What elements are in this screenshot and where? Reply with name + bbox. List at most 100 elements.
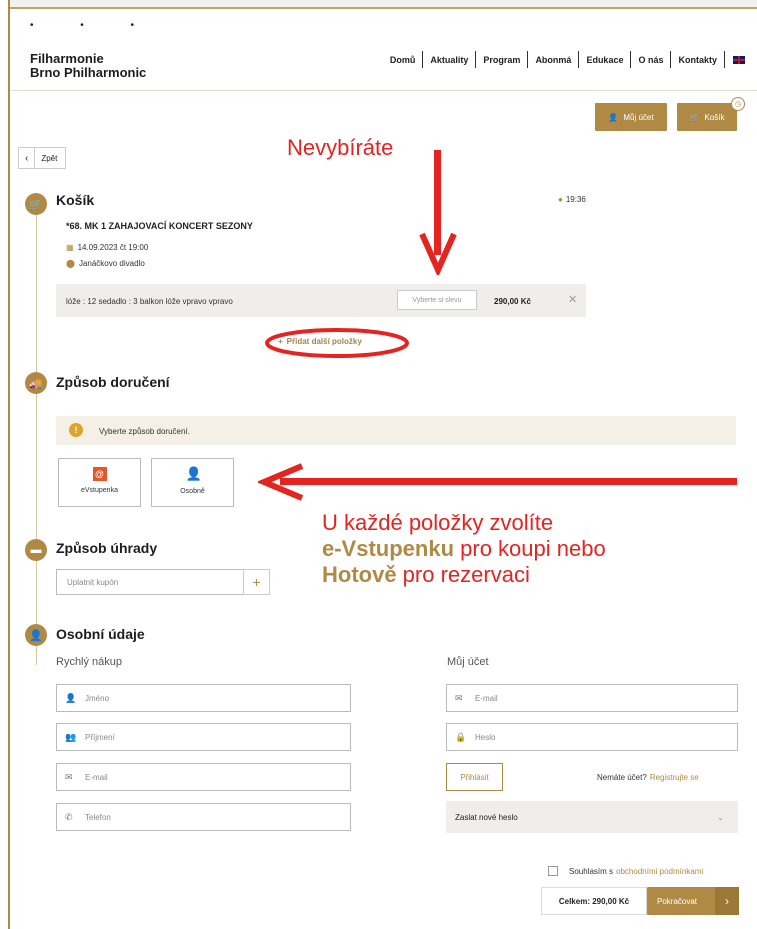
back-button[interactable]: ‹ Zpět — [18, 147, 66, 169]
annotation-line2: e-Vstupenku pro koupi nebo — [322, 536, 606, 562]
annotation-arrow-left-head — [258, 463, 304, 501]
login-email-field[interactable]: ✉ E-mail — [446, 684, 738, 712]
cart-title: Košík — [56, 192, 95, 208]
first-name-field[interactable]: 👤 Jméno — [56, 684, 351, 712]
annotation-line3-rest: pro rezervaci — [396, 562, 530, 587]
evstupenka-label: eVstupenka — [81, 487, 118, 494]
annotation-arrow-down-head — [419, 232, 457, 275]
send-password-label: Zaslat nové heslo — [455, 812, 518, 822]
nav-item-abonma[interactable]: Abonmá — [528, 55, 578, 65]
personal-step-icon: 👤 — [25, 624, 47, 646]
terms-link[interactable]: obchodními podmínkami — [616, 867, 703, 876]
nav-item-edukace[interactable]: Edukace — [579, 55, 630, 65]
register-prompt: Nemáte účet? Registrujte se — [597, 773, 699, 782]
personal-title: Osobní údaje — [56, 626, 145, 642]
send-new-password-toggle[interactable]: Zaslat nové heslo ⌄ — [446, 801, 738, 833]
cart-icon: 🛒 — [689, 112, 700, 122]
user-plus-icon: 👥 — [65, 731, 77, 742]
first-name-placeholder: Jméno — [85, 693, 110, 703]
my-account-label: Můj účet — [623, 112, 654, 122]
logo-line1: Filharmonie — [30, 51, 104, 66]
warning-icon: ! — [69, 423, 83, 437]
event-date: ▦ 14.09.2023 čt 19:00 — [66, 243, 148, 252]
delivery-title: Způsob doručení — [56, 374, 170, 390]
my-account-button[interactable]: 👤 Můj účet — [595, 103, 667, 131]
no-account-text: Nemáte účet? — [597, 773, 647, 782]
delivery-option-osobne[interactable]: 👤 Osobně — [151, 458, 234, 507]
payment-title: Způsob úhrady — [56, 540, 158, 556]
clock-icon: ● — [558, 195, 563, 204]
main-nav: Domů Aktuality Program Abonmá Edukace O … — [383, 51, 745, 68]
user-icon: 👤 — [65, 692, 77, 703]
password-placeholder: Heslo — [475, 732, 496, 742]
annotation-nevybirate: Nevybíráte — [287, 135, 394, 160]
event-venue: ⬤ Janáčkovo divadlo — [66, 259, 145, 268]
phone-icon: ✆ — [65, 811, 73, 822]
eticket-icon: @ — [92, 467, 107, 481]
annotation-line3: Hotově pro rezervaci — [322, 562, 606, 588]
password-field[interactable]: 🔒 Heslo — [446, 723, 738, 751]
annotation-instruction: U každé položky zvolíte e-Vstupenku pro … — [322, 510, 606, 588]
terms-checkbox[interactable] — [548, 866, 558, 876]
last-name-field[interactable]: 👥 Příjmení — [56, 723, 351, 751]
delivery-notice-text: Vyberte způsob doručení. — [99, 427, 190, 436]
login-button[interactable]: Přihlásit — [446, 763, 503, 791]
event-venue-value: Janáčkovo divadlo — [78, 259, 145, 268]
chevron-right-icon: › — [715, 887, 739, 915]
continue-button[interactable]: Pokračovat › — [647, 887, 739, 915]
remove-item-icon[interactable]: ✕ — [568, 293, 577, 306]
nav-item-kontakty[interactable]: Kontakty — [671, 55, 724, 65]
coupon-input[interactable]: Uplatnit kupón — [56, 569, 244, 595]
email-placeholder: E-mail — [85, 772, 108, 782]
chevron-down-icon: ⌄ — [717, 812, 724, 822]
envelope-icon: ✉ — [455, 692, 463, 703]
nav-item-aktuality[interactable]: Aktuality — [423, 55, 475, 65]
annotation-line1: U každé položky zvolíte — [322, 510, 554, 535]
line-price: 290,00 Kč — [494, 297, 531, 306]
event-date-value: 14.09.2023 čt 19:00 — [77, 243, 149, 252]
annotation-line2-rest: pro koupi nebo — [454, 536, 606, 561]
window-left-border — [0, 0, 10, 929]
event-title[interactable]: *68. MK 1 ZAHAJOVACÍ KONCERT SEZONY — [66, 221, 253, 231]
osobne-label: Osobně — [180, 488, 205, 495]
login-email-placeholder: E-mail — [475, 693, 498, 703]
nav-item-o-nas[interactable]: O nás — [631, 55, 670, 65]
annotation-arrow-left-shaft — [280, 478, 737, 485]
agree-text: Souhlasím s — [569, 867, 614, 876]
chevron-left-icon: ‹ — [19, 148, 36, 168]
logo-line2: Brno Philharmonic — [30, 65, 147, 80]
calendar-icon: ▦ — [66, 243, 74, 252]
apply-coupon-button[interactable]: + — [243, 569, 270, 595]
my-account-heading: Můj účet — [447, 656, 489, 668]
delivery-step-icon: 🚚 — [25, 372, 47, 394]
cart-timer-value: 19:36 — [565, 195, 586, 204]
logo[interactable]: Filharmonie Brno Philharmonic — [30, 52, 146, 80]
continue-label: Pokračovat — [657, 896, 698, 906]
cart-label: Košík — [704, 112, 725, 122]
cart-button[interactable]: 🛒 Košík — [677, 103, 737, 131]
register-link[interactable]: Registrujte se — [650, 773, 699, 782]
nav-item-domu[interactable]: Domů — [383, 55, 423, 65]
terms-agreement: Souhlasím s obchodními podmínkami — [569, 867, 703, 876]
seat-description: lóže : 12 sedadlo : 3 balkon lóže vpravo… — [66, 297, 233, 306]
header-divider — [10, 90, 757, 91]
user-icon: 👤 — [608, 112, 619, 122]
cart-timer-icon: ◷ — [731, 97, 745, 111]
steps-timeline — [36, 205, 37, 665]
phone-field[interactable]: ✆ Telefon — [56, 803, 351, 831]
order-total: Celkem: 290,00 Kč — [541, 887, 647, 915]
select-discount-button[interactable]: Vyberte si slevu — [397, 290, 477, 310]
back-label: Zpět — [41, 153, 58, 163]
english-flag-icon[interactable] — [733, 55, 745, 64]
delivery-option-evstupenka[interactable]: @ eVstupenka — [58, 458, 141, 507]
lock-icon: 🔒 — [455, 731, 467, 742]
nav-item-program[interactable]: Program — [476, 55, 527, 65]
email-field[interactable]: ✉ E-mail — [56, 763, 351, 791]
annotation-bold-hotove: Hotově — [322, 562, 397, 587]
quick-purchase-heading: Rychlý nákup — [56, 656, 123, 668]
window-top-bar — [0, 0, 757, 9]
last-name-placeholder: Příjmení — [85, 732, 115, 742]
cart-timer: ● 19:36 — [558, 195, 586, 204]
phone-placeholder: Telefon — [85, 812, 111, 822]
location-pin-icon: ⬤ — [66, 259, 75, 268]
